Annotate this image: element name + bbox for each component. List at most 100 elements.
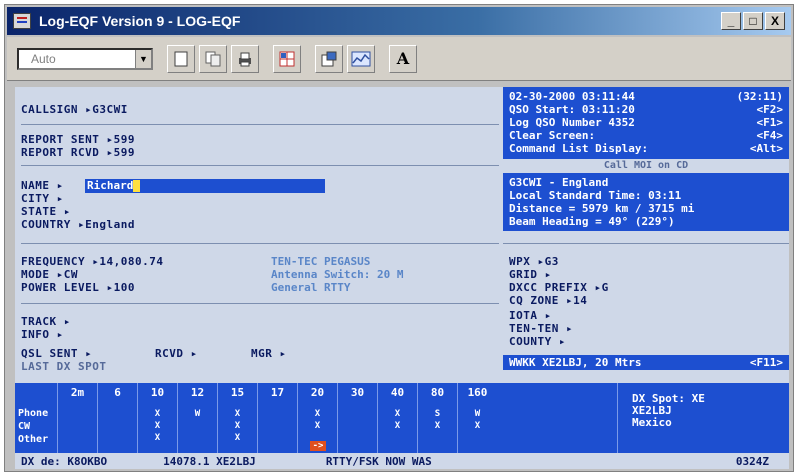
qsl-sent-field[interactable]: QSL SENT ▸ — [21, 347, 92, 360]
print-button[interactable] — [231, 44, 259, 73]
last-spot-key: <F11> — [749, 356, 783, 369]
band-mode-cell[interactable]: X — [218, 433, 257, 443]
dropdown-arrow-icon[interactable]: ▼ — [135, 49, 151, 68]
distance-row: Distance = 5979 km / 3715 mi — [509, 202, 695, 215]
band-column[interactable]: XX — [377, 403, 417, 453]
close-button[interactable]: X — [765, 12, 785, 30]
band-mode-cell[interactable]: X — [218, 421, 257, 431]
band-header-cell: 10 — [137, 383, 177, 403]
track-field[interactable]: TRACK ▸ — [21, 315, 71, 328]
band-column[interactable]: W — [177, 403, 217, 453]
band-column[interactable]: WX — [457, 403, 497, 453]
mode-label-phone: Phone — [18, 408, 49, 419]
blank-page-button[interactable] — [167, 44, 195, 73]
county-field[interactable]: COUNTY ▸ — [509, 335, 566, 348]
band-column[interactable]: XXX — [217, 403, 257, 453]
qso-start-row[interactable]: QSO Start: 03:11:20 <F2> — [503, 103, 789, 116]
clear-screen-row[interactable]: Clear Screen: <F4> — [503, 129, 789, 142]
band-header-cell: 30 — [337, 383, 377, 403]
mode-label-cw: CW — [18, 421, 31, 432]
band-mode-cell[interactable]: X — [298, 409, 337, 419]
cq-zone-field[interactable]: CQ ZONE ▸14 — [509, 294, 587, 307]
ten-ten-field[interactable]: TEN-TEN ▸ — [509, 322, 573, 335]
band-mode-cell[interactable]: X — [418, 421, 457, 431]
band-mode-cell[interactable]: X — [458, 421, 497, 431]
log-qso-number-row[interactable]: Log QSO Number 4352 <F1> — [503, 116, 789, 129]
beam-heading-row: Beam Heading = 49° (229°) — [509, 215, 675, 228]
state-field[interactable]: STATE ▸ — [21, 205, 71, 218]
status-dx-de: DX de: K8OKBO — [21, 454, 108, 468]
callsign-field[interactable]: CALLSIGN ▸G3CWI — [21, 103, 128, 116]
band-header-cell: 160 — [457, 383, 497, 403]
band-column[interactable] — [337, 403, 377, 453]
divider — [21, 124, 499, 125]
band-mode-cell[interactable]: X — [378, 409, 417, 419]
dxcc-prefix-field[interactable]: DXCC PREFIX ▸G — [509, 281, 609, 294]
divider — [21, 165, 499, 166]
font-button[interactable]: A — [389, 44, 417, 73]
band-mode-cell[interactable]: X — [138, 433, 177, 443]
local-time-row: Local Standard Time: 03:11 — [509, 189, 682, 202]
band-column[interactable]: SX — [417, 403, 457, 453]
city-field[interactable]: CITY ▸ — [21, 192, 64, 205]
band-column[interactable]: X X -> — [297, 403, 337, 453]
mode-select[interactable]: Auto ▼ — [17, 47, 153, 70]
name-field-label: NAME ▸ — [21, 179, 64, 192]
dx-cluster-status-bar[interactable]: DX de: K8OKBO 14078.1 XE2LBJ RTTY/FSK NO… — [15, 453, 789, 469]
band-mode-cell[interactable]: S — [418, 409, 457, 419]
properties-button[interactable] — [315, 44, 343, 73]
band-mode-cell[interactable]: W — [178, 409, 217, 419]
band-header-cell: 20 — [297, 383, 337, 403]
location-panel: G3CWI - England Local Standard Time: 03:… — [503, 173, 789, 231]
radio-model: TEN-TEC PEGASUS — [271, 255, 371, 268]
frequency-field[interactable]: FREQUENCY ▸14,080.74 — [21, 255, 163, 268]
date-time-row: 02-30-2000 03:11:44 (32:11) — [509, 90, 783, 103]
report-rcvd-field[interactable]: REPORT RCVD ▸599 — [21, 146, 135, 159]
qsl-rcvd-field[interactable]: RCVD ▸ — [155, 347, 198, 360]
maximize-button[interactable]: □ — [743, 12, 763, 30]
band-header-cell: 40 — [377, 383, 417, 403]
grid-icon — [279, 51, 295, 66]
last-spot-bar[interactable]: WWKK XE2LBJ, 20 Mtrs <F11> — [503, 355, 789, 370]
band-column[interactable] — [97, 403, 137, 453]
call-lookup-separator: Call MOI on CD — [603, 160, 689, 171]
graph-icon — [351, 51, 371, 66]
band-mode-cell[interactable]: X — [138, 409, 177, 419]
wpx-field[interactable]: WPX ▸G3 — [509, 255, 559, 268]
country-field[interactable]: COUNTRY ▸England — [21, 218, 135, 231]
band-header-cell: 80 — [417, 383, 457, 403]
iota-field[interactable]: IOTA ▸ — [509, 309, 552, 322]
band-mode-cell[interactable]: X — [298, 421, 337, 431]
minimize-button[interactable]: _ — [721, 12, 741, 30]
band-mode-cell[interactable]: X — [138, 421, 177, 431]
band-column[interactable] — [57, 403, 97, 453]
dx-spot-panel[interactable]: DX Spot: XE XE2LBJ Mexico — [617, 383, 789, 453]
mode-field[interactable]: MODE ▸CW — [21, 268, 78, 281]
toolbar: Auto ▼ A — [7, 37, 791, 81]
power-level-field[interactable]: POWER LEVEL ▸100 — [21, 281, 135, 294]
grid-field[interactable]: GRID ▸ — [509, 268, 552, 281]
window-title: Log-EQF Version 9 - LOG-EQF — [39, 13, 241, 29]
band-mode-cell[interactable]: X — [218, 409, 257, 419]
band-column[interactable] — [257, 403, 297, 453]
window-controls: _ □ X — [721, 12, 785, 30]
grid-button[interactable] — [273, 44, 301, 73]
name-input[interactable]: Richard — [85, 179, 325, 193]
band-mode-cell[interactable]: X — [378, 421, 417, 431]
report-sent-field[interactable]: REPORT SENT ▸599 — [21, 133, 135, 146]
band-column[interactable]: XXX — [137, 403, 177, 453]
band-mode-cell[interactable]: W — [458, 409, 497, 419]
divider — [503, 243, 789, 244]
command-list-row[interactable]: Command List Display: <Alt> — [503, 142, 789, 155]
band-header-cell: 17 — [257, 383, 297, 403]
copy-button[interactable] — [199, 44, 227, 73]
info-field[interactable]: INFO ▸ — [21, 328, 64, 341]
app-icon[interactable] — [13, 13, 31, 29]
qsl-mgr-field[interactable]: MGR ▸ — [251, 347, 287, 360]
properties-icon — [321, 51, 337, 66]
printer-icon — [239, 52, 251, 66]
status-frequency: 14078.1 XE2LBJ — [163, 454, 256, 468]
band-header-cell: 15 — [217, 383, 257, 403]
graph-button[interactable] — [347, 44, 375, 73]
mode-labels-column: Phone CW Other — [15, 403, 57, 453]
